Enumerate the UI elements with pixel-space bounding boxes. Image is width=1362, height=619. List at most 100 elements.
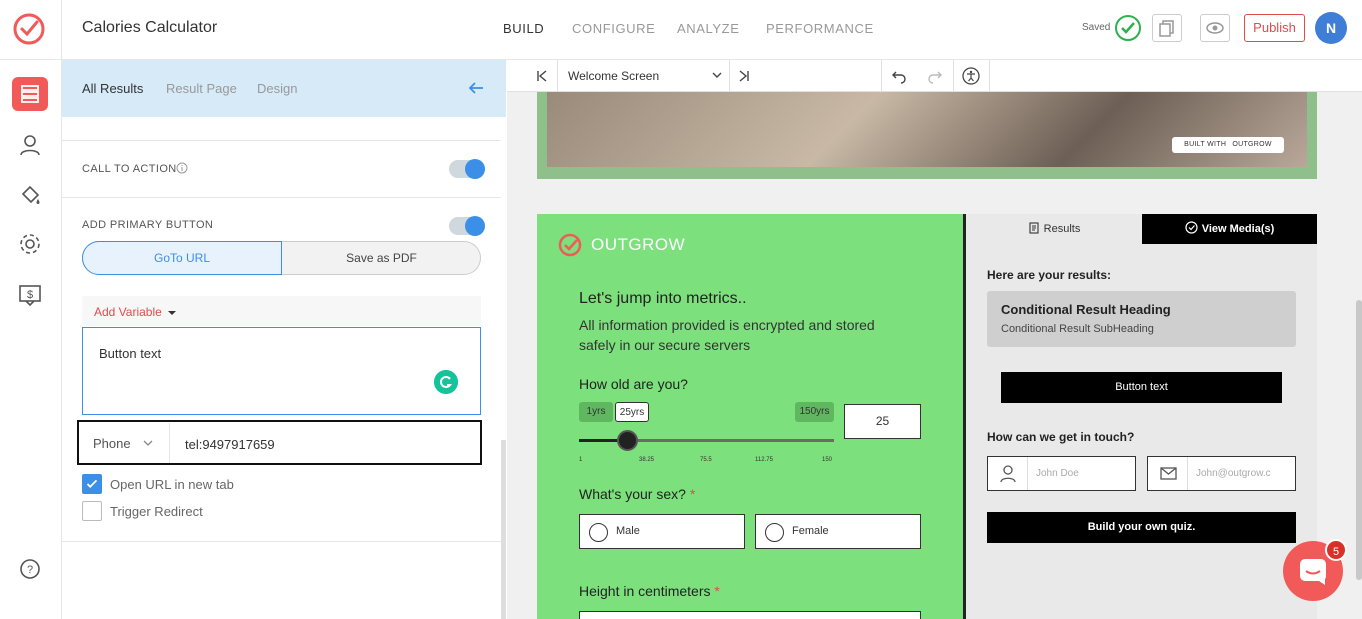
female-option[interactable]: Female [755, 514, 921, 549]
button-text-editor[interactable] [82, 327, 481, 415]
badge-check-icon [1185, 221, 1198, 234]
preview-button[interactable] [1200, 14, 1230, 42]
height-question-row: Height in centimeters * [579, 583, 720, 599]
age-question: How old are you? [579, 376, 688, 392]
hero-image [547, 92, 1307, 167]
height-question: Height in centimeters [579, 583, 711, 599]
build-quiz-button[interactable]: Build your own quiz. [987, 512, 1296, 543]
avatar[interactable]: N [1315, 12, 1347, 44]
results-tab-label: Results [1043, 223, 1081, 235]
divider [62, 140, 501, 141]
link-value-input[interactable]: tel:9497917659 [185, 437, 275, 452]
age-input[interactable]: 25 [844, 404, 921, 439]
quiz-title: Let's jump into metrics.. [579, 290, 747, 307]
caret-down-icon [168, 311, 176, 315]
tab-all-results[interactable]: All Results [82, 81, 143, 96]
email-field[interactable]: John@outgrow.c [1147, 456, 1296, 491]
eye-icon [1206, 22, 1224, 34]
male-option[interactable]: Male [579, 514, 745, 549]
nav-performance[interactable]: PERFORMANCE [766, 21, 874, 36]
accessibility-icon[interactable] [962, 67, 980, 85]
sex-question: What's your sex? [579, 486, 686, 502]
grammarly-icon[interactable] [434, 370, 458, 394]
gear-icon[interactable] [16, 230, 44, 258]
add-primary-button-label: ADD PRIMARY BUTTON [82, 219, 214, 231]
chevron-down-icon[interactable] [711, 71, 723, 81]
saved-status: Saved [1082, 22, 1111, 33]
tab-result-page[interactable]: Result Page [166, 81, 237, 96]
name-placeholder: John Doe [1036, 468, 1079, 479]
divider [62, 197, 501, 198]
built-with-badge[interactable]: BUILT WITH OUTGROW [1172, 137, 1284, 153]
results-tab[interactable]: Results [966, 214, 1142, 244]
saved-check-icon [1115, 15, 1141, 41]
trigger-redirect-checkbox[interactable] [82, 501, 102, 521]
document-icon [1029, 222, 1039, 234]
dollar-chat-icon[interactable]: $ [16, 281, 44, 309]
help-icon[interactable]: ? [16, 555, 44, 583]
tab-design[interactable]: Design [257, 81, 297, 96]
required-mark: * [714, 583, 720, 599]
toolbar-divider [989, 60, 990, 92]
topbar-divider [61, 0, 62, 60]
primary-button-toggle[interactable] [449, 216, 485, 236]
height-input[interactable] [579, 611, 921, 619]
panel-scrollbar[interactable] [501, 440, 506, 619]
age-max-pill: 150yrs [795, 402, 834, 422]
open-new-tab-label: Open URL in new tab [110, 477, 234, 492]
open-new-tab-checkbox[interactable] [82, 474, 102, 494]
nav-configure[interactable]: CONFIGURE [572, 21, 655, 36]
slider-tick: 150 [822, 457, 833, 463]
copy-icon [1159, 20, 1174, 37]
add-variable-dropdown[interactable]: Add Variable [94, 305, 162, 319]
toolbar-divider [953, 60, 954, 92]
notification-badge: 5 [1325, 539, 1347, 561]
check-icon [86, 479, 98, 488]
toolbar-divider [557, 60, 558, 92]
view-media-tab[interactable]: View Media(s) [1142, 214, 1317, 244]
contact-heading: How can we get in touch? [987, 430, 1135, 444]
save-as-pdf-option[interactable]: Save as PDF [282, 241, 481, 275]
slider-tick: 112.75 [755, 457, 773, 463]
required-mark: * [689, 486, 696, 502]
redo-icon[interactable] [927, 68, 943, 84]
result-cta-button[interactable]: Button text [1001, 372, 1282, 403]
nav-build[interactable]: BUILD [503, 21, 544, 36]
outgrow-logo-icon[interactable] [12, 12, 46, 46]
info-icon[interactable] [176, 162, 188, 174]
rail-build-button[interactable] [12, 77, 48, 111]
conditional-subheading: Conditional Result SubHeading [1001, 323, 1154, 335]
male-label: Male [616, 525, 640, 537]
build-icon [21, 85, 39, 103]
field-divider [169, 423, 170, 463]
user-icon[interactable] [16, 131, 44, 159]
age-slider-thumb[interactable] [617, 430, 638, 451]
sex-question-row: What's your sex? * [579, 486, 695, 502]
goto-url-option[interactable]: GoTo URL [82, 241, 282, 275]
nav-analyze[interactable]: ANALYZE [677, 21, 739, 36]
back-arrow-icon[interactable] [467, 79, 485, 97]
last-screen-icon[interactable] [737, 69, 751, 83]
slider-tick: 75.5 [700, 457, 712, 463]
first-screen-icon[interactable] [535, 69, 549, 83]
paint-bucket-icon[interactable] [16, 181, 44, 209]
female-label: Female [792, 525, 829, 537]
conditional-result-card [987, 291, 1296, 347]
undo-icon[interactable] [891, 68, 907, 84]
view-media-label: View Media(s) [1201, 223, 1275, 235]
call-to-action-toggle[interactable] [449, 159, 485, 179]
app-title[interactable]: Calories Calculator [82, 19, 217, 37]
age-current-pill: 25yrs [615, 402, 649, 422]
preview-scrollbar[interactable] [1356, 300, 1362, 580]
outgrow-logo-icon [558, 233, 582, 257]
screen-select[interactable]: Welcome Screen [568, 69, 659, 83]
toolbar-divider [729, 60, 730, 92]
publish-button[interactable]: Publish [1244, 14, 1305, 42]
radio-circle-icon [765, 523, 784, 542]
duplicate-button[interactable] [1152, 14, 1182, 42]
name-field[interactable]: John Doe [987, 456, 1136, 491]
link-type-select[interactable]: Phone [93, 436, 131, 451]
chevron-down-icon[interactable] [143, 438, 153, 448]
slider-tick: 1 [579, 457, 583, 463]
quiz-subtitle: All information provided is encrypted an… [579, 317, 875, 353]
